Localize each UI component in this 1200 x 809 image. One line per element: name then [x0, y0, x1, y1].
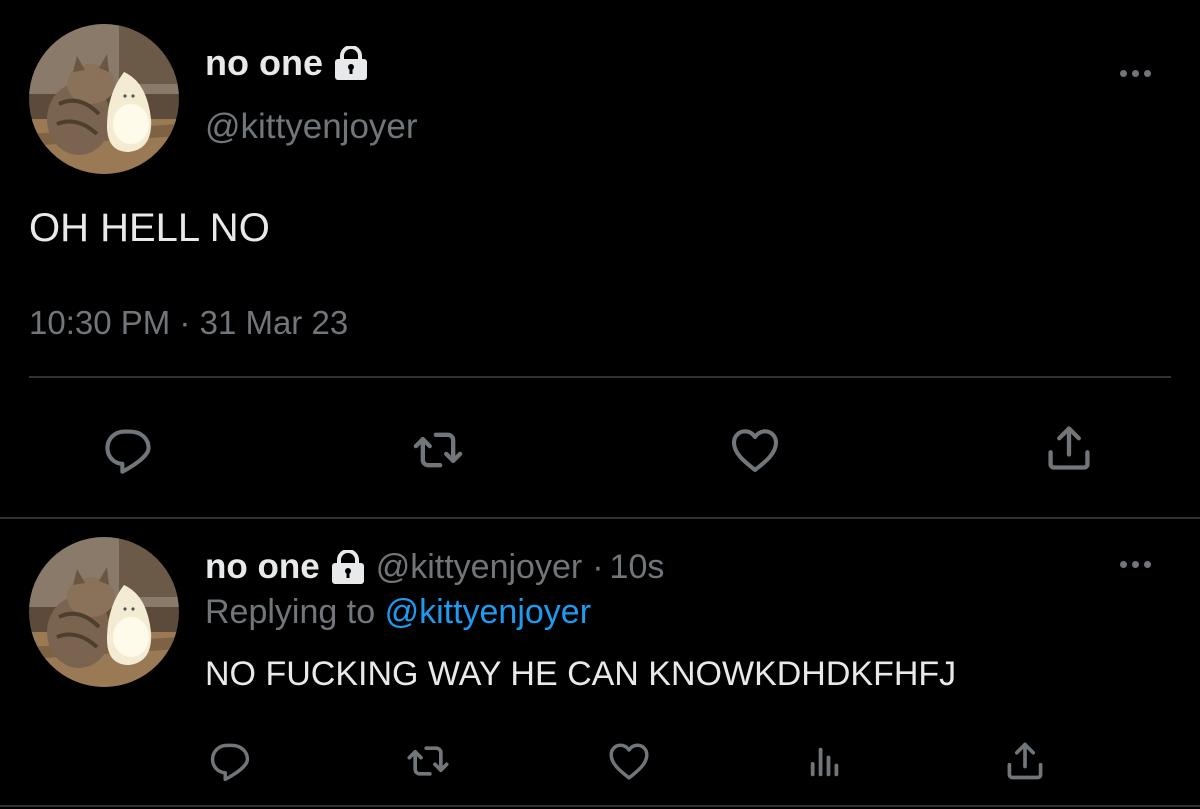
main-tweet-display-name[interactable]: no one	[205, 42, 323, 84]
reply-icon[interactable]	[102, 424, 154, 476]
section-divider	[0, 517, 1200, 519]
retweet-icon[interactable]	[406, 739, 450, 783]
timestamp-separator: ·	[179, 304, 191, 341]
main-tweet-handle[interactable]: @kittyenjoyer	[205, 107, 418, 147]
main-tweet-date[interactable]: 31 Mar 23	[200, 304, 349, 341]
main-tweet-divider	[29, 376, 1171, 378]
reply-tweet-header: no one @kittyenjoyer · 10s	[205, 545, 664, 589]
replying-to-line: Replying to @kittyenjoyer	[205, 593, 591, 632]
analytics-icon[interactable]	[806, 743, 844, 781]
reply-tweet-handle[interactable]: @kittyenjoyer	[376, 548, 582, 587]
main-tweet-timestamp: 10:30 PM · 31 Mar 23	[29, 304, 348, 342]
more-icon[interactable]	[1120, 68, 1151, 78]
avatar-image	[29, 24, 179, 174]
reply-tweet-age[interactable]: 10s	[610, 548, 665, 587]
replying-to-handle-link[interactable]: @kittyenjoyer	[385, 593, 591, 631]
like-icon[interactable]	[729, 424, 781, 476]
bottom-divider	[0, 805, 1200, 807]
replying-to-label: Replying to	[205, 593, 376, 631]
avatar-image	[29, 537, 179, 687]
like-icon[interactable]	[607, 739, 651, 783]
main-tweet-time[interactable]: 10:30 PM	[29, 304, 170, 341]
share-icon[interactable]	[1043, 422, 1095, 474]
main-tweet-avatar[interactable]	[29, 24, 179, 174]
lock-icon	[330, 550, 366, 584]
main-tweet-text: OH HELL NO	[29, 206, 270, 250]
reply-tweet-display-name[interactable]: no one	[205, 547, 320, 587]
reply-tweet-text: NO FUCKING WAY HE CAN KNOWKDHDKFHFJ	[205, 655, 957, 693]
reply-tweet-separator: ·	[592, 547, 604, 586]
more-icon[interactable]	[1120, 559, 1151, 569]
retweet-icon[interactable]	[412, 424, 464, 476]
reply-icon[interactable]	[208, 739, 252, 783]
reply-tweet-avatar[interactable]	[29, 537, 179, 687]
lock-icon	[333, 46, 369, 80]
share-icon[interactable]	[1003, 739, 1047, 783]
main-tweet-name-row: no one	[205, 41, 369, 85]
